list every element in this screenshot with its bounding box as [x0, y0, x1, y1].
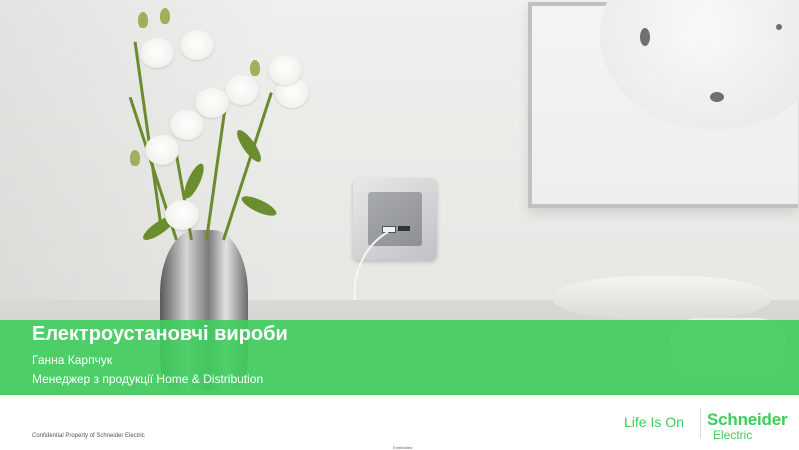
- flower-blossom: [195, 88, 229, 118]
- confidential-notice: Confidential Property of Schneider Elect…: [32, 433, 145, 439]
- presenter-role: Менеджер з продукції Home & Distribution: [32, 372, 264, 386]
- schneider-electric-logo: Schneider Electric: [707, 410, 795, 442]
- slide-title: Електроустановчі вироби: [32, 323, 288, 345]
- flower-blossom: [180, 30, 214, 60]
- flower-blossom: [225, 75, 259, 105]
- flower-blossom: [145, 135, 179, 165]
- flower-blossom: [165, 200, 199, 230]
- flower-blossom: [140, 38, 174, 68]
- presenter-name: Ганна Карпчук: [32, 353, 113, 367]
- flower-bud: [160, 8, 170, 24]
- logo-wordmark-bottom: Electric: [713, 428, 753, 442]
- flower-bud: [250, 60, 260, 76]
- logo-divider: [700, 408, 701, 438]
- tagline: Life Is On: [624, 414, 684, 430]
- flower-bud: [138, 12, 148, 28]
- logo-wordmark-top: Schneider: [707, 410, 788, 429]
- flower-blossom: [170, 110, 204, 140]
- flower-blossom: [268, 55, 302, 85]
- slide: Електроустановчі вироби Ганна Карпчук Ме…: [0, 0, 799, 450]
- flower-bud: [130, 150, 140, 166]
- stone-bowl: [552, 276, 772, 320]
- classification-tag: Embedded: [393, 445, 413, 450]
